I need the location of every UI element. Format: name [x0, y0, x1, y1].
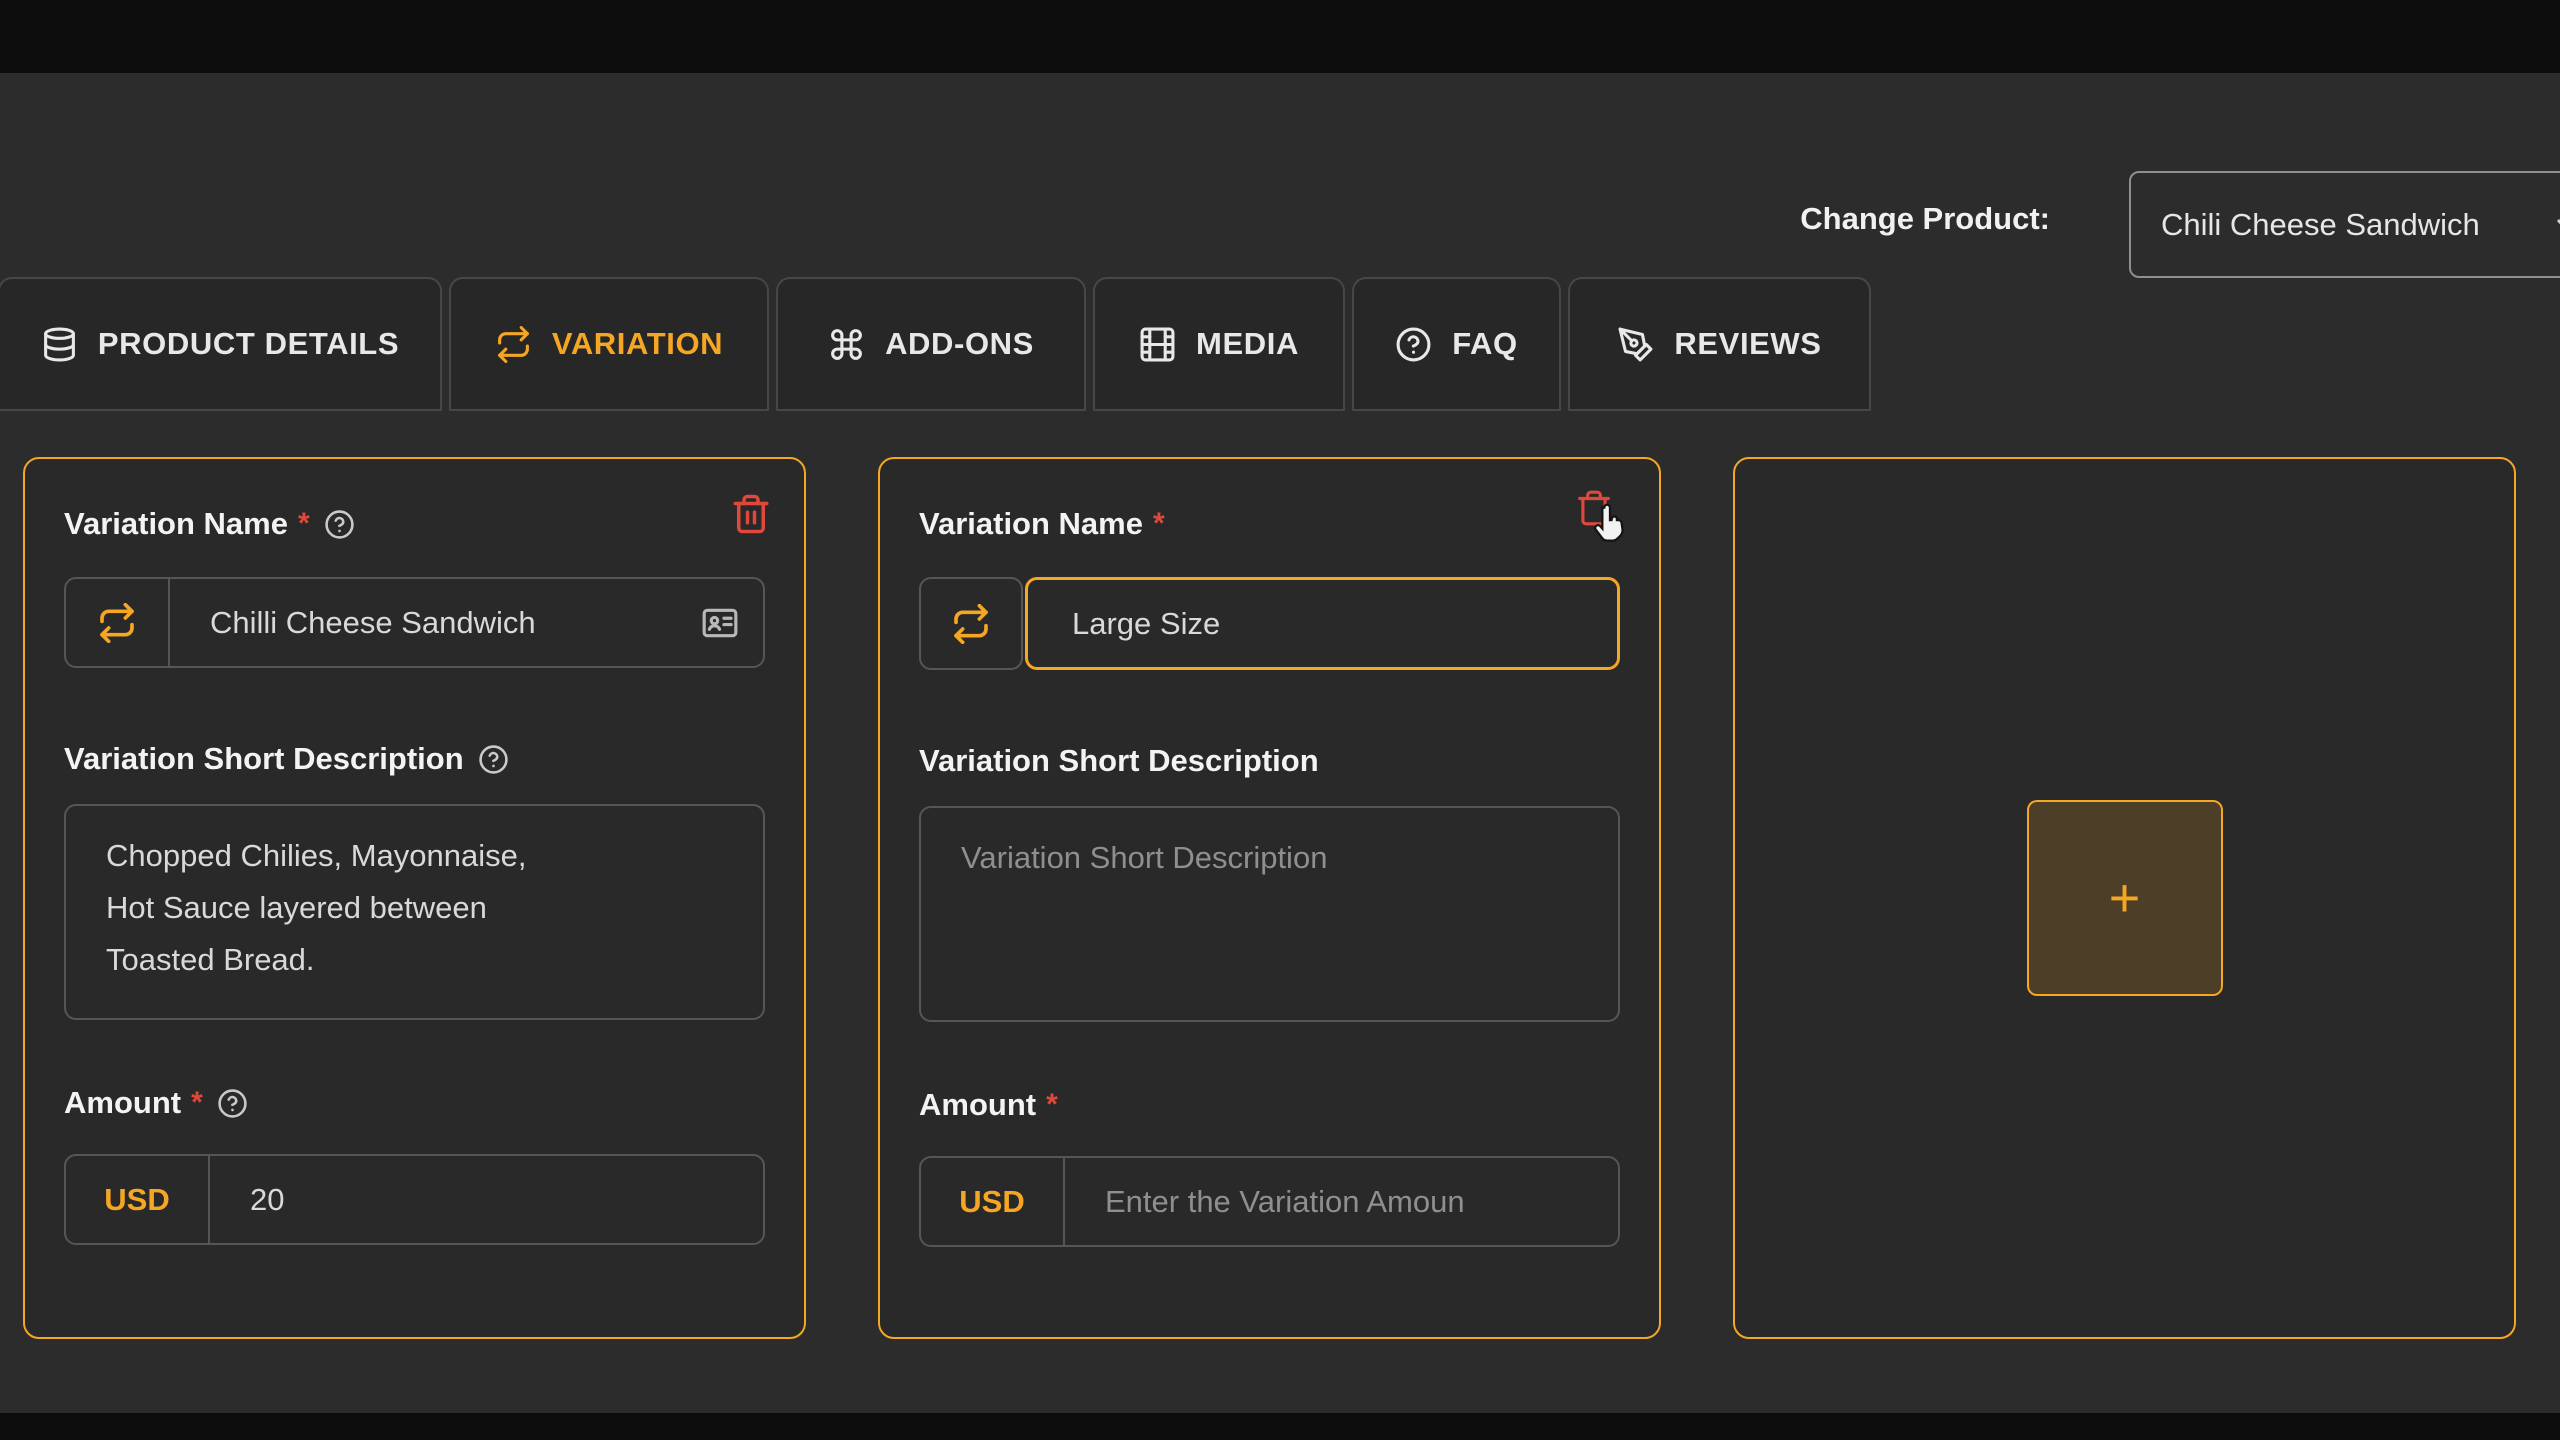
- variation-desc-textarea[interactable]: [919, 806, 1620, 1022]
- variation-name-input-group: [64, 577, 765, 668]
- command-icon: [828, 326, 865, 363]
- amount-label: Amount: [919, 1087, 1036, 1123]
- amount-input-group: USD: [64, 1154, 765, 1245]
- variation-card-1: Variation Name * Variation Short Descrip…: [23, 457, 806, 1339]
- tab-reviews[interactable]: REVIEWS: [1568, 277, 1871, 411]
- tab-label: PRODUCT DETAILS: [98, 326, 399, 362]
- top-bar: [0, 0, 2560, 73]
- help-icon[interactable]: [478, 744, 509, 775]
- tab-variation[interactable]: VARIATION: [449, 277, 769, 411]
- pen-icon: [1617, 326, 1654, 363]
- variation-desc-textarea[interactable]: Chopped Chilies, Mayonnaise, Hot Sauce l…: [64, 804, 765, 1020]
- product-select[interactable]: Chili Cheese Sandwich: [2129, 171, 2560, 278]
- variation-desc-label: Variation Short Description: [919, 743, 1319, 779]
- delete-variation-area[interactable]: [1575, 489, 1635, 553]
- variation-name-input[interactable]: [1028, 580, 1617, 667]
- product-select-value: Chili Cheese Sandwich: [2161, 207, 2480, 243]
- sync-button[interactable]: [66, 579, 170, 666]
- chevron-down-icon: [2551, 209, 2560, 241]
- variations-panel: Variation Name * Variation Short Descrip…: [0, 411, 2560, 1339]
- change-product-label: Change Product:: [1800, 201, 2050, 237]
- tab-label: REVIEWS: [1674, 326, 1821, 362]
- trash-icon: [730, 493, 772, 535]
- tab-product-details[interactable]: PRODUCT DETAILS: [0, 277, 442, 411]
- variation-name-label: Variation Name: [64, 506, 288, 542]
- plus-icon: +: [2109, 867, 2141, 929]
- tab-label: FAQ: [1452, 326, 1518, 362]
- tab-faq[interactable]: FAQ: [1352, 277, 1561, 411]
- variation-name-input[interactable]: [170, 579, 763, 666]
- tab-label: ADD-ONS: [885, 326, 1034, 362]
- variation-name-input-group: [919, 577, 1620, 670]
- help-icon[interactable]: [217, 1088, 248, 1119]
- header: Change Product: Chili Cheese Sandwich: [0, 73, 2560, 277]
- tab-label: MEDIA: [1196, 326, 1299, 362]
- film-icon: [1139, 326, 1176, 363]
- currency-label: USD: [66, 1156, 210, 1243]
- tab-bar: PRODUCT DETAILS VARIATION ADD-ONS MEDIA …: [0, 277, 2560, 411]
- bottom-bar: [0, 1413, 2560, 1440]
- amount-label: Amount: [64, 1085, 181, 1121]
- amount-input[interactable]: [1065, 1158, 1618, 1245]
- variation-desc-label: Variation Short Description: [64, 741, 464, 777]
- contact-card-icon[interactable]: [701, 604, 739, 642]
- repeat-icon: [951, 604, 991, 644]
- variation-card-2: Variation Name * Variation Short Descrip…: [878, 457, 1661, 1339]
- required-asterisk: *: [298, 507, 310, 541]
- repeat-icon: [97, 603, 137, 643]
- tab-label: VARIATION: [552, 326, 723, 362]
- database-icon: [41, 326, 78, 363]
- add-variation-button[interactable]: +: [2027, 800, 2223, 996]
- repeat-icon: [495, 326, 532, 363]
- tab-add-ons[interactable]: ADD-ONS: [776, 277, 1086, 411]
- hand-cursor-icon: [1587, 499, 1633, 545]
- tab-media[interactable]: MEDIA: [1093, 277, 1345, 411]
- delete-variation-button[interactable]: [730, 493, 772, 538]
- help-circle-icon: [1395, 326, 1432, 363]
- currency-label: USD: [921, 1158, 1065, 1245]
- required-asterisk: *: [191, 1086, 203, 1120]
- amount-input[interactable]: [210, 1156, 763, 1243]
- help-icon[interactable]: [324, 509, 355, 540]
- amount-input-group: USD: [919, 1156, 1620, 1247]
- add-variation-card: +: [1733, 457, 2516, 1339]
- required-asterisk: *: [1153, 507, 1165, 541]
- variation-name-label: Variation Name: [919, 506, 1143, 542]
- sync-button[interactable]: [919, 577, 1023, 670]
- variation-name-input-focused: [1025, 577, 1620, 670]
- required-asterisk: *: [1046, 1088, 1058, 1122]
